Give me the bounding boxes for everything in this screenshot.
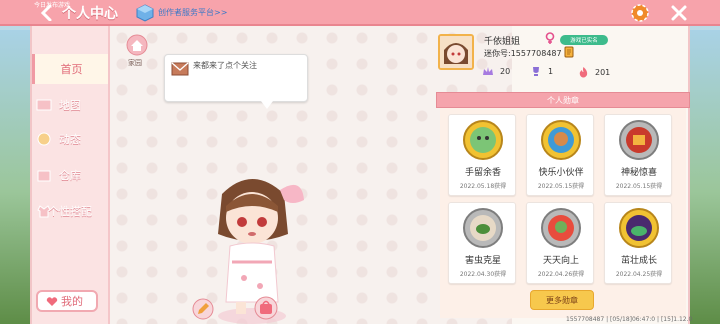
- badge-date: 2022.04.26获得: [537, 271, 585, 278]
- badge-card[interactable]: 神秘惊喜 2022.05.15获得: [604, 114, 672, 196]
- badge-card[interactable]: 茁壮成长 2022.04.25获得: [604, 202, 672, 284]
- sidebar: 首页 地图 动态 仓库 个性搭配 我的: [32, 26, 110, 324]
- badge-happy-friend-icon: [541, 120, 581, 160]
- title-bar: 今日发布游戏 个人中心 创作者服务平台>>: [0, 0, 720, 26]
- stat-crown: 20: [482, 66, 510, 77]
- badge-name: 手留余香: [464, 168, 501, 178]
- sidebar-item-home[interactable]: 首页: [32, 54, 108, 84]
- badge-pest-buster-icon: [463, 208, 503, 248]
- badge-date: 2022.04.30获得: [459, 271, 507, 278]
- stat-value: 20: [500, 67, 511, 76]
- stat-trophy: 1: [530, 66, 553, 77]
- badge-date: 2022.05.15获得: [615, 183, 663, 190]
- badge-date: 2022.05.15获得: [537, 183, 585, 190]
- backdrop-left: [0, 30, 30, 324]
- home-icon[interactable]: [126, 34, 148, 56]
- me-button-label: 我的: [61, 295, 83, 308]
- verify-badge-label: 游戏已实名: [570, 38, 598, 44]
- nickname: 千依姐姐: [484, 37, 521, 47]
- home-label: 家园: [128, 59, 142, 67]
- badges-header: 个人勋章: [436, 92, 690, 108]
- badge-daily-progress-icon: [541, 208, 581, 248]
- badge-card[interactable]: 害虫克星 2022.04.30获得: [448, 202, 516, 284]
- avatar-portrait: [440, 36, 472, 68]
- sidebar-item-map[interactable]: 地图: [32, 90, 108, 120]
- close-icon[interactable]: [670, 4, 688, 22]
- sidebar-item-label: 仓库: [59, 169, 81, 182]
- wardrobe-icon[interactable]: [254, 296, 278, 320]
- badge-thriving-growth-icon: [619, 208, 659, 248]
- badge-date: 2022.04.25获得: [615, 271, 663, 278]
- main-panel: 首页 地图 动态 仓库 个性搭配 我的 家园 来都来了点个关注 千依姐姐 游戏已…: [30, 26, 690, 324]
- creator-platform-link[interactable]: 创作者服务平台>>: [158, 7, 227, 18]
- gear-icon[interactable]: [630, 3, 650, 23]
- backdrop-right: [690, 30, 720, 324]
- cube-icon[interactable]: [136, 4, 154, 22]
- more-badges-label: 更多勋章: [546, 295, 578, 305]
- female-icon: [545, 32, 555, 44]
- badge-card[interactable]: 快乐小伙伴 2022.05.15获得: [526, 114, 594, 196]
- copy-icon[interactable]: [564, 46, 574, 58]
- stat-flame: 201: [578, 66, 610, 78]
- badge-name: 快乐小伙伴: [538, 168, 584, 178]
- badge-fragrance-icon: [463, 120, 503, 160]
- map-icon: [36, 99, 52, 111]
- badge-name: 天天向上: [542, 256, 579, 266]
- storage-icon: [37, 170, 51, 182]
- user-id: 迷你号:1557708487: [484, 49, 562, 58]
- badge-name: 神秘惊喜: [620, 168, 657, 178]
- stat-value: 1: [548, 67, 554, 76]
- sidebar-item-outfit[interactable]: 个性搭配: [32, 196, 108, 226]
- sidebar-item-label: 首页: [60, 63, 83, 76]
- sidebar-item-feed[interactable]: 动态: [32, 124, 108, 154]
- badges-header-label: 个人勋章: [547, 95, 579, 105]
- badge-mystery-surprise-icon: [619, 120, 659, 160]
- trophy-icon: [533, 67, 539, 76]
- more-badges-button[interactable]: 更多勋章: [530, 290, 594, 310]
- speech-bubble: 来都来了点个关注: [164, 54, 308, 109]
- sidebar-item-label: 动态: [59, 133, 81, 146]
- badge-date: 2022.05.18获得: [459, 183, 507, 190]
- bubble-text: 来都来了点个关注: [193, 61, 257, 70]
- edit-icon[interactable]: [192, 298, 214, 320]
- badge-card[interactable]: 手留余香 2022.05.18获得: [448, 114, 516, 196]
- sidebar-item-label: 个性搭配: [48, 205, 92, 218]
- sidebar-item-storage[interactable]: 仓库: [32, 160, 108, 190]
- feed-icon: [37, 132, 51, 146]
- badge-card[interactable]: 天天向上 2022.04.26获得: [526, 202, 594, 284]
- back-arrow-icon[interactable]: [40, 5, 54, 21]
- outfit-icon: [37, 205, 51, 218]
- heart-icon: [46, 297, 58, 306]
- me-button[interactable]: 我的: [36, 290, 98, 312]
- mail-icon: [171, 62, 189, 76]
- avatar[interactable]: [438, 34, 474, 70]
- flame-icon: [579, 67, 588, 78]
- footer-info: 1557708487 | [05/18]06:47:0 | [15]1.12.0: [566, 316, 693, 323]
- verify-badge: 游戏已实名: [560, 35, 608, 45]
- page-title: 个人中心: [62, 6, 118, 22]
- sidebar-item-label: 地图: [59, 99, 81, 112]
- badge-name: 茁壮成长: [620, 256, 657, 266]
- crown-icon: [483, 67, 493, 75]
- stat-value: 201: [595, 67, 611, 77]
- badge-name: 害虫克星: [464, 256, 501, 266]
